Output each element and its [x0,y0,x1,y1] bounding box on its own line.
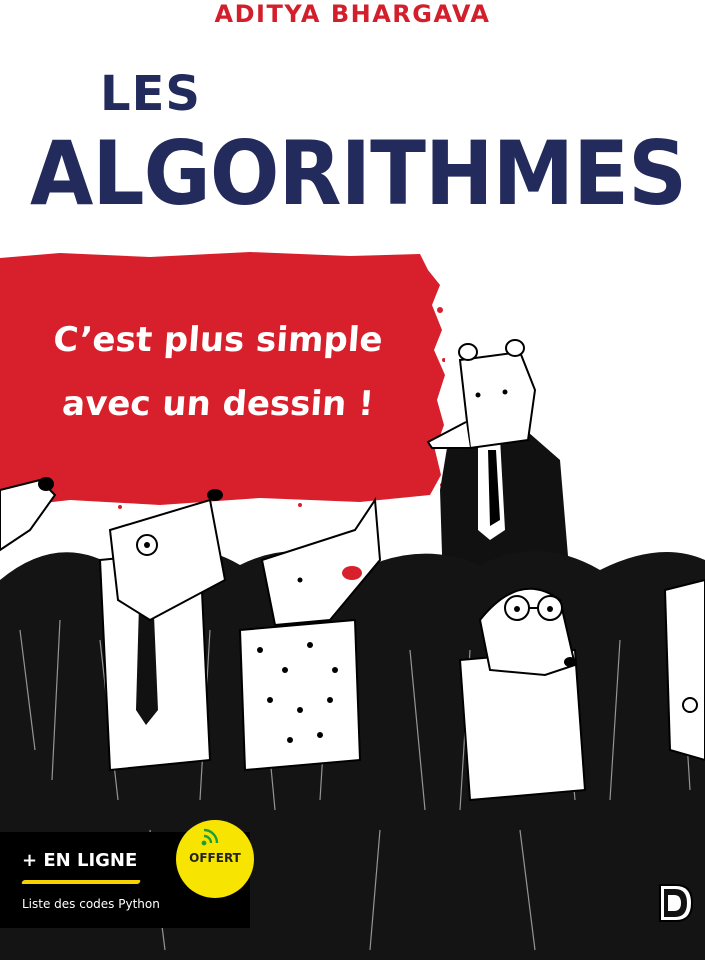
book-cover: ADITYA BHARGAVA LES ALGORITHMES C’est pl… [0,0,705,960]
author-name: ADITYA BHARGAVA [214,0,491,28]
online-underline [20,880,142,884]
online-description: Liste des codes Python [22,897,160,911]
title-line-1: LES [100,66,201,122]
right-character [663,578,705,762]
wifi-icon [201,828,219,846]
offert-label: OFFERT [189,851,241,865]
online-label: + EN LIGNE [22,850,138,871]
title-line-2: ALGORITHMES [30,122,687,225]
publisher-logo-icon [659,884,694,922]
left-character [0,477,57,552]
